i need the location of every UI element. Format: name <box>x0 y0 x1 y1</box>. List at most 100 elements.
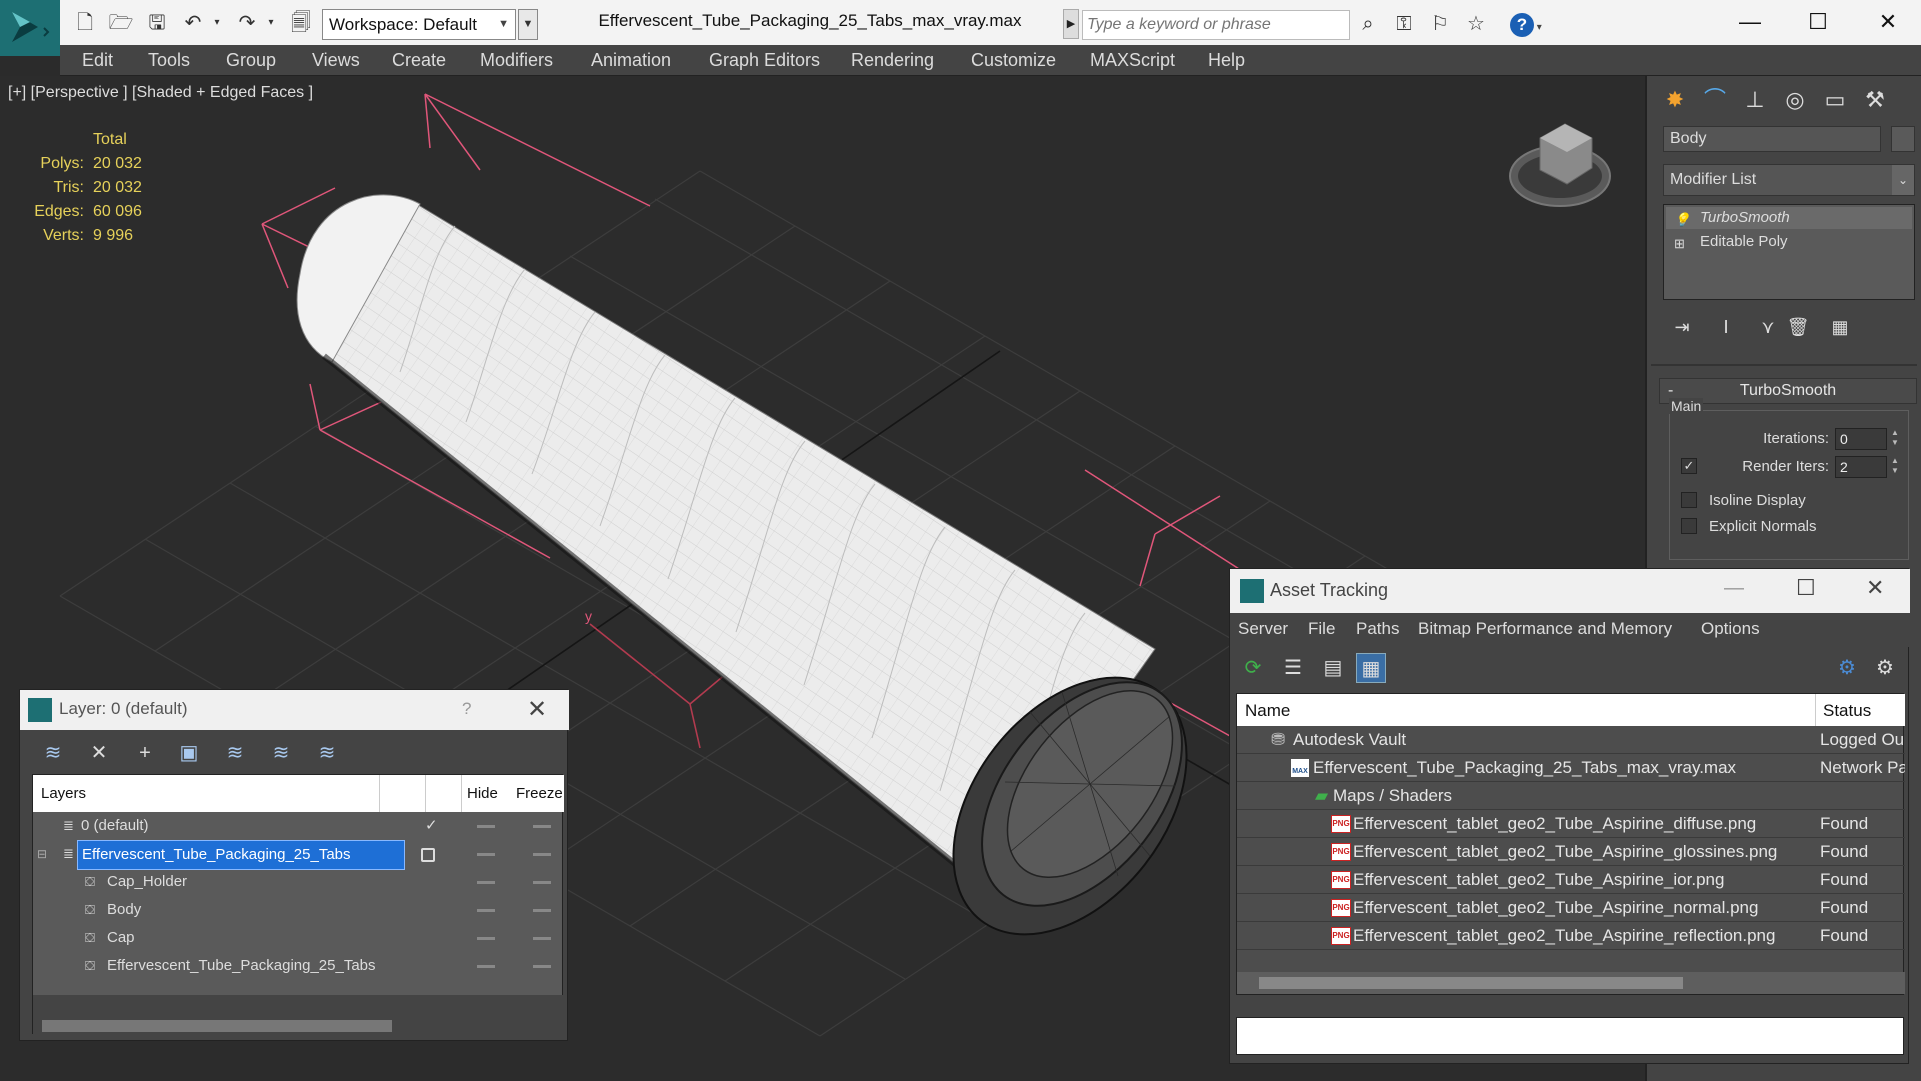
current-layer-check-icon[interactable]: ✓ <box>425 812 438 840</box>
search-input[interactable] <box>1082 10 1350 40</box>
expand-icon[interactable]: ⊞ <box>1674 233 1685 255</box>
window-titlebar[interactable]: Layer: 0 (default) ? ✕ <box>20 690 569 730</box>
layer-row[interactable]: ⛋ Cap <box>33 924 564 952</box>
col-name[interactable]: Name <box>1245 701 1290 721</box>
horizontal-scrollbar[interactable] <box>42 1020 392 1032</box>
hide-toggle[interactable] <box>477 909 495 912</box>
freeze-toggle[interactable] <box>533 909 551 912</box>
hide-toggle[interactable] <box>477 825 495 828</box>
set-current-layer-icon[interactable]: ≋ <box>266 738 296 768</box>
viewport-label[interactable]: [+] [Perspective ] [Shaded + Edged Faces… <box>8 84 313 102</box>
explicit-normals-checkbox[interactable] <box>1681 518 1697 534</box>
delete-layer-icon[interactable]: ✕ <box>84 738 114 768</box>
menu-file[interactable]: File <box>1308 619 1335 639</box>
asset-row[interactable]: ▰ Maps / Shaders <box>1237 782 1905 810</box>
undo-icon[interactable]: ↶ <box>180 10 206 36</box>
workspace-dropdown[interactable]: Workspace: Default ▼ <box>322 9 516 40</box>
menu-graph-editors[interactable]: Graph Editors <box>709 45 820 76</box>
redo-icon[interactable]: ↷ <box>234 10 260 36</box>
make-unique-icon[interactable]: ⋎ <box>1753 312 1783 342</box>
menu-bitmap-performance[interactable]: Bitmap Performance and Memory <box>1418 619 1672 639</box>
hide-toggle[interactable] <box>477 937 495 940</box>
modify-tab-icon[interactable]: ⌒ <box>1697 82 1733 118</box>
project-folder-icon[interactable]: 🗐 <box>288 10 314 36</box>
menu-views[interactable]: Views <box>312 45 360 76</box>
menu-modifiers[interactable]: Modifiers <box>480 45 553 76</box>
stack-item-turbosmooth[interactable]: 💡 TurboSmooth <box>1666 207 1912 229</box>
hide-toggle[interactable] <box>477 853 495 856</box>
vault-help-icon[interactable]: ⚙ <box>1832 653 1862 683</box>
undo-dropdown-icon[interactable]: ▾ <box>210 10 224 36</box>
col-freeze[interactable]: Freeze <box>516 785 563 802</box>
menu-create[interactable]: Create <box>392 45 446 76</box>
object-name-field[interactable]: Body <box>1663 126 1881 152</box>
col-status[interactable]: Status <box>1823 701 1871 721</box>
table-view-icon[interactable]: ▦ <box>1356 653 1386 683</box>
object-color-swatch[interactable] <box>1891 126 1915 152</box>
redo-dropdown-icon[interactable]: ▾ <box>264 10 278 36</box>
vault-settings-icon[interactable]: ⚙ <box>1870 653 1900 683</box>
select-layer-icon[interactable]: ≋ <box>220 738 250 768</box>
asset-row[interactable]: PNG Effervescent_tablet_geo2_Tube_Aspiri… <box>1237 894 1905 922</box>
asset-row[interactable]: PNG Effervescent_tablet_geo2_Tube_Aspiri… <box>1237 866 1905 894</box>
iterations-spinner[interactable]: 0 <box>1835 428 1887 450</box>
close-icon[interactable]: ✕ <box>527 695 547 724</box>
workspace-menu-button[interactable]: ▼ <box>518 9 538 40</box>
asset-row[interactable]: PNG Effervescent_tablet_geo2_Tube_Aspiri… <box>1237 922 1905 950</box>
layer-row[interactable]: ⛋ Effervescent_Tube_Packaging_25_Tabs <box>33 952 564 980</box>
menu-maxscript[interactable]: MAXScript <box>1090 45 1175 76</box>
collapse-icon[interactable]: ⊟ <box>37 840 47 868</box>
viewcube[interactable] <box>1509 123 1611 207</box>
stack-item-editable-poly[interactable]: ⊞ Editable Poly <box>1666 231 1912 253</box>
menu-edit[interactable]: Edit <box>82 45 113 76</box>
menu-help[interactable]: Help <box>1208 45 1245 76</box>
layer-row[interactable]: ⛋ Cap_Holder <box>33 868 564 896</box>
freeze-toggle[interactable] <box>533 937 551 940</box>
add-to-layer-icon[interactable]: + <box>130 738 160 768</box>
refresh-icon[interactable]: ⟳ <box>1238 653 1268 683</box>
menu-options[interactable]: Options <box>1701 619 1760 639</box>
menu-group[interactable]: Group <box>226 45 276 76</box>
app-menu-button[interactable] <box>0 0 60 56</box>
col-layers[interactable]: Layers <box>41 785 86 802</box>
freeze-toggle[interactable] <box>533 881 551 884</box>
help-button[interactable]: ? ▾ <box>1510 10 1564 40</box>
minimize-button[interactable]: — <box>1720 5 1780 39</box>
show-end-result-icon[interactable]: Ⅰ <box>1711 312 1741 342</box>
menu-server[interactable]: Server <box>1238 619 1288 639</box>
new-layer-icon[interactable]: ≋ <box>38 738 68 768</box>
close-icon[interactable]: ✕ <box>1866 575 1884 601</box>
save-file-icon[interactable]: 🖫 <box>144 10 170 36</box>
minimize-icon[interactable]: — <box>1724 577 1744 600</box>
render-iters-spinner[interactable]: 2 <box>1835 456 1887 478</box>
configure-sets-icon[interactable]: ▦ <box>1825 312 1855 342</box>
maximize-button[interactable]: ☐ <box>1788 5 1848 39</box>
spinner-arrows-icon[interactable]: ▲ ▼ <box>1889 456 1901 478</box>
help-icon[interactable]: ? <box>462 699 471 719</box>
motion-tab-icon[interactable]: ◎ <box>1777 82 1813 118</box>
window-titlebar[interactable]: Asset Tracking — ☐ ✕ <box>1230 569 1910 613</box>
layer-row[interactable]: ⛋ Body <box>33 896 564 924</box>
freeze-toggle[interactable] <box>533 853 551 856</box>
satellite-icon[interactable]: ⚐ <box>1426 10 1454 38</box>
menu-tools[interactable]: Tools <box>148 45 190 76</box>
key-icon[interactable]: ⚿ <box>1390 10 1418 38</box>
asset-row[interactable]: MAX Effervescent_Tube_Packaging_25_Tabs_… <box>1237 754 1905 782</box>
spinner-arrows-icon[interactable]: ▲ ▼ <box>1889 428 1901 450</box>
freeze-toggle[interactable] <box>533 965 551 968</box>
utilities-tab-icon[interactable]: ⚒ <box>1857 82 1893 118</box>
pin-stack-icon[interactable]: ⇥ <box>1667 312 1697 342</box>
create-tab-icon[interactable]: ✸ <box>1657 82 1693 118</box>
col-hide[interactable]: Hide <box>467 785 498 802</box>
star-icon[interactable]: ☆ <box>1462 10 1490 38</box>
menu-animation[interactable]: Animation <box>591 45 671 76</box>
asset-row[interactable]: ⛃ Autodesk Vault Logged Ou <box>1237 726 1905 754</box>
horizontal-scrollbar[interactable] <box>1259 977 1683 989</box>
lightbulb-icon[interactable]: 💡 <box>1674 209 1690 231</box>
hide-all-layers-icon[interactable]: ≋ <box>312 738 342 768</box>
menu-customize[interactable]: Customize <box>971 45 1056 76</box>
binoculars-icon[interactable]: ⌕ <box>1354 10 1382 38</box>
hide-toggle[interactable] <box>477 881 495 884</box>
asset-path-field[interactable] <box>1236 1017 1904 1055</box>
thumbnail-view-icon[interactable]: ▤ <box>1318 653 1348 683</box>
